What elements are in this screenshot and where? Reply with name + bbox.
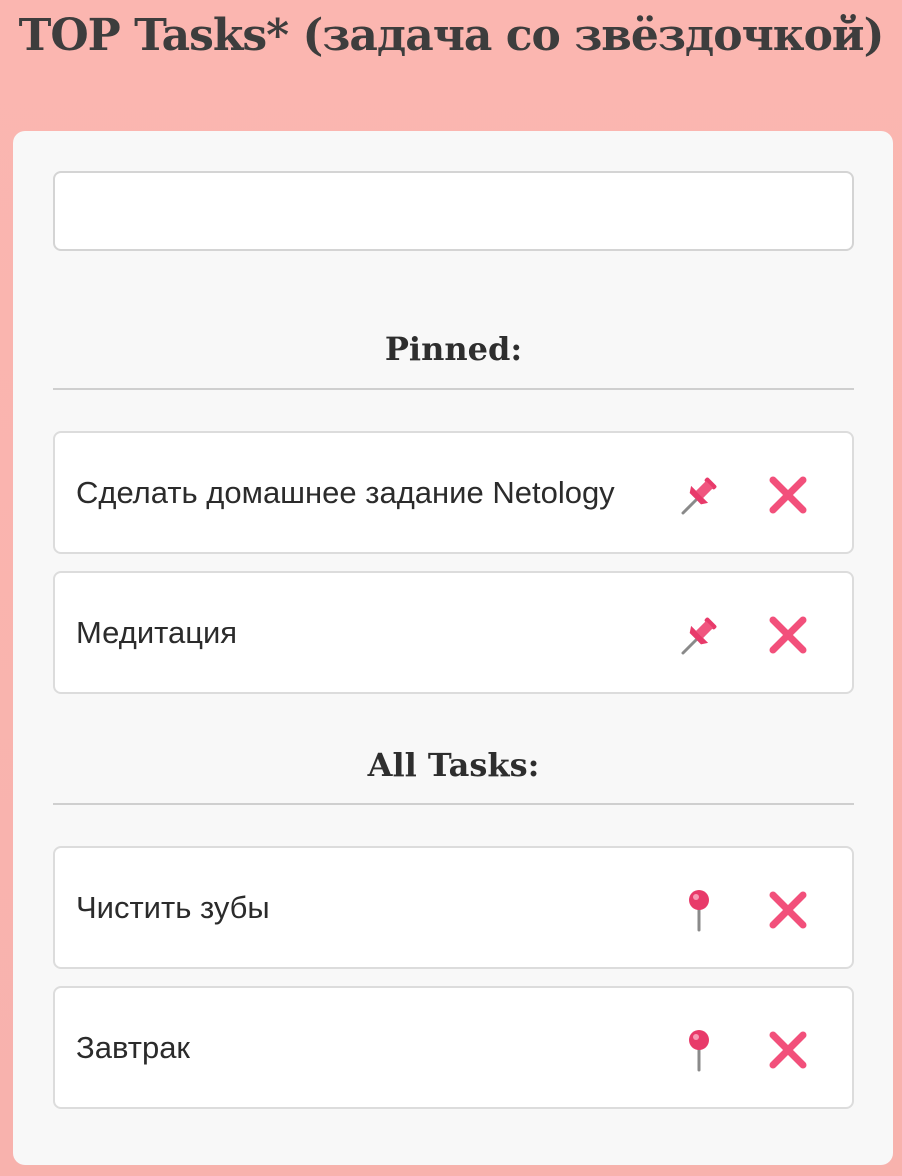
pinned-task-item: Медитация xyxy=(53,571,854,694)
all-tasks-heading: All Tasks: xyxy=(367,746,540,784)
task-input[interactable] xyxy=(53,171,854,251)
cross-icon[interactable] xyxy=(767,474,809,516)
task-text: Чистить зубы xyxy=(76,890,270,925)
page-title: TOP Tasks* (задача со звёздочкой) xyxy=(18,10,885,61)
pushpin-icon[interactable] xyxy=(675,471,723,519)
all-tasks-divider xyxy=(53,803,854,805)
round-pushpin-icon[interactable] xyxy=(675,1026,723,1074)
cross-icon[interactable] xyxy=(767,889,809,931)
task-item: Завтрак xyxy=(53,986,854,1109)
pinned-divider xyxy=(53,388,854,390)
cross-icon[interactable] xyxy=(767,614,809,656)
round-pushpin-icon[interactable] xyxy=(675,886,723,934)
pushpin-icon[interactable] xyxy=(675,611,723,659)
pinned-heading: Pinned: xyxy=(384,330,523,368)
pinned-task-item: Сделать домашнее задание Netology xyxy=(53,431,854,554)
task-text: Медитация xyxy=(76,615,238,650)
task-text: Сделать домашнее задание Netology xyxy=(76,475,615,510)
cross-icon[interactable] xyxy=(767,1029,809,1071)
task-text: Завтрак xyxy=(76,1030,190,1065)
tasks-card: Pinned: Сделать домашнее задание Netolog… xyxy=(13,131,893,1165)
task-item: Чистить зубы xyxy=(53,846,854,969)
